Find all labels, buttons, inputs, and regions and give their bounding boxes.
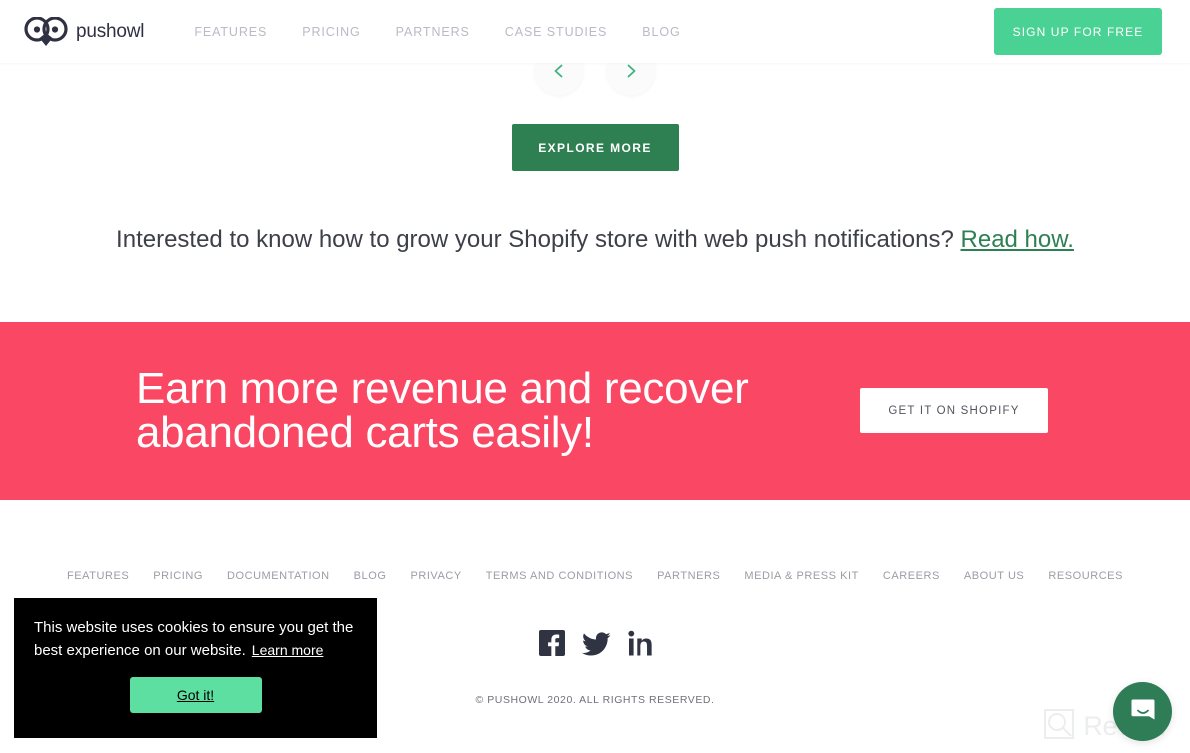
main-nav: FEATURES PRICING PARTNERS CASE STUDIES B… <box>194 25 680 39</box>
footer-link-terms-and-conditions[interactable]: TERMS AND CONDITIONS <box>486 570 633 582</box>
linkedin-icon[interactable] <box>627 630 652 656</box>
logo-text: pushowl <box>76 20 145 42</box>
promo-banner-heading: Earn more revenue and recover abandoned … <box>136 367 749 455</box>
read-how-link[interactable]: Read how. <box>961 226 1074 253</box>
get-it-on-shopify-button[interactable]: GET IT ON SHOPIFY <box>860 388 1048 433</box>
nav-item-pricing[interactable]: PRICING <box>302 25 360 39</box>
nav-item-partners[interactable]: PARTNERS <box>396 25 470 39</box>
twitter-icon[interactable] <box>581 630 611 656</box>
cookie-accept-button[interactable]: Got it! <box>129 676 262 713</box>
interest-prompt-text: Interested to know how to grow your Shop… <box>116 226 954 253</box>
chat-widget-button[interactable] <box>1113 682 1172 741</box>
cookie-actions: Got it! <box>34 676 357 713</box>
footer-link-privacy[interactable]: PRIVACY <box>410 570 461 582</box>
explore-more-section: EXPLORE MORE <box>0 124 1190 171</box>
footer-links: FEATURES PRICING DOCUMENTATION BLOG PRIV… <box>0 570 1190 582</box>
footer-link-features[interactable]: FEATURES <box>67 570 129 582</box>
page-root: pushowl FEATURES PRICING PARTNERS CASE S… <box>0 0 1190 753</box>
cookie-consent-banner: This website uses cookies to ensure you … <box>14 598 377 738</box>
footer-link-partners[interactable]: PARTNERS <box>657 570 720 582</box>
interest-prompt: Interested to know how to grow your Shop… <box>0 226 1190 254</box>
footer-link-blog[interactable]: BLOG <box>354 570 387 582</box>
footer-link-about-us[interactable]: ABOUT US <box>964 570 1024 582</box>
logo[interactable]: pushowl <box>24 16 145 47</box>
owl-logo-icon <box>24 16 68 47</box>
nav-item-blog[interactable]: BLOG <box>642 25 680 39</box>
footer-link-careers[interactable]: CAREERS <box>883 570 940 582</box>
cookie-message-row: This website uses cookies to ensure you … <box>34 616 357 663</box>
promo-heading-line-2: abandoned carts easily! <box>136 408 594 457</box>
explore-more-button[interactable]: EXPLORE MORE <box>511 124 679 171</box>
facebook-icon[interactable] <box>538 630 565 656</box>
nav-item-features[interactable]: FEATURES <box>194 25 267 39</box>
intercom-chat-icon <box>1128 695 1158 728</box>
footer-link-documentation[interactable]: DOCUMENTATION <box>227 570 330 582</box>
site-header: pushowl FEATURES PRICING PARTNERS CASE S… <box>0 0 1190 63</box>
chevron-left-icon <box>551 63 567 79</box>
nav-item-case-studies[interactable]: CASE STUDIES <box>505 25 608 39</box>
footer-link-media-press-kit[interactable]: MEDIA & PRESS KIT <box>744 570 859 582</box>
promo-heading-line-1: Earn more revenue and recover <box>136 364 749 413</box>
footer-link-resources[interactable]: RESOURCES <box>1048 570 1123 582</box>
footer-link-pricing[interactable]: PRICING <box>153 570 203 582</box>
sign-up-for-free-button[interactable]: SIGN UP FOR FREE <box>994 8 1162 55</box>
chevron-right-icon <box>623 63 639 79</box>
cookie-learn-more-link[interactable]: Learn more <box>252 642 324 658</box>
